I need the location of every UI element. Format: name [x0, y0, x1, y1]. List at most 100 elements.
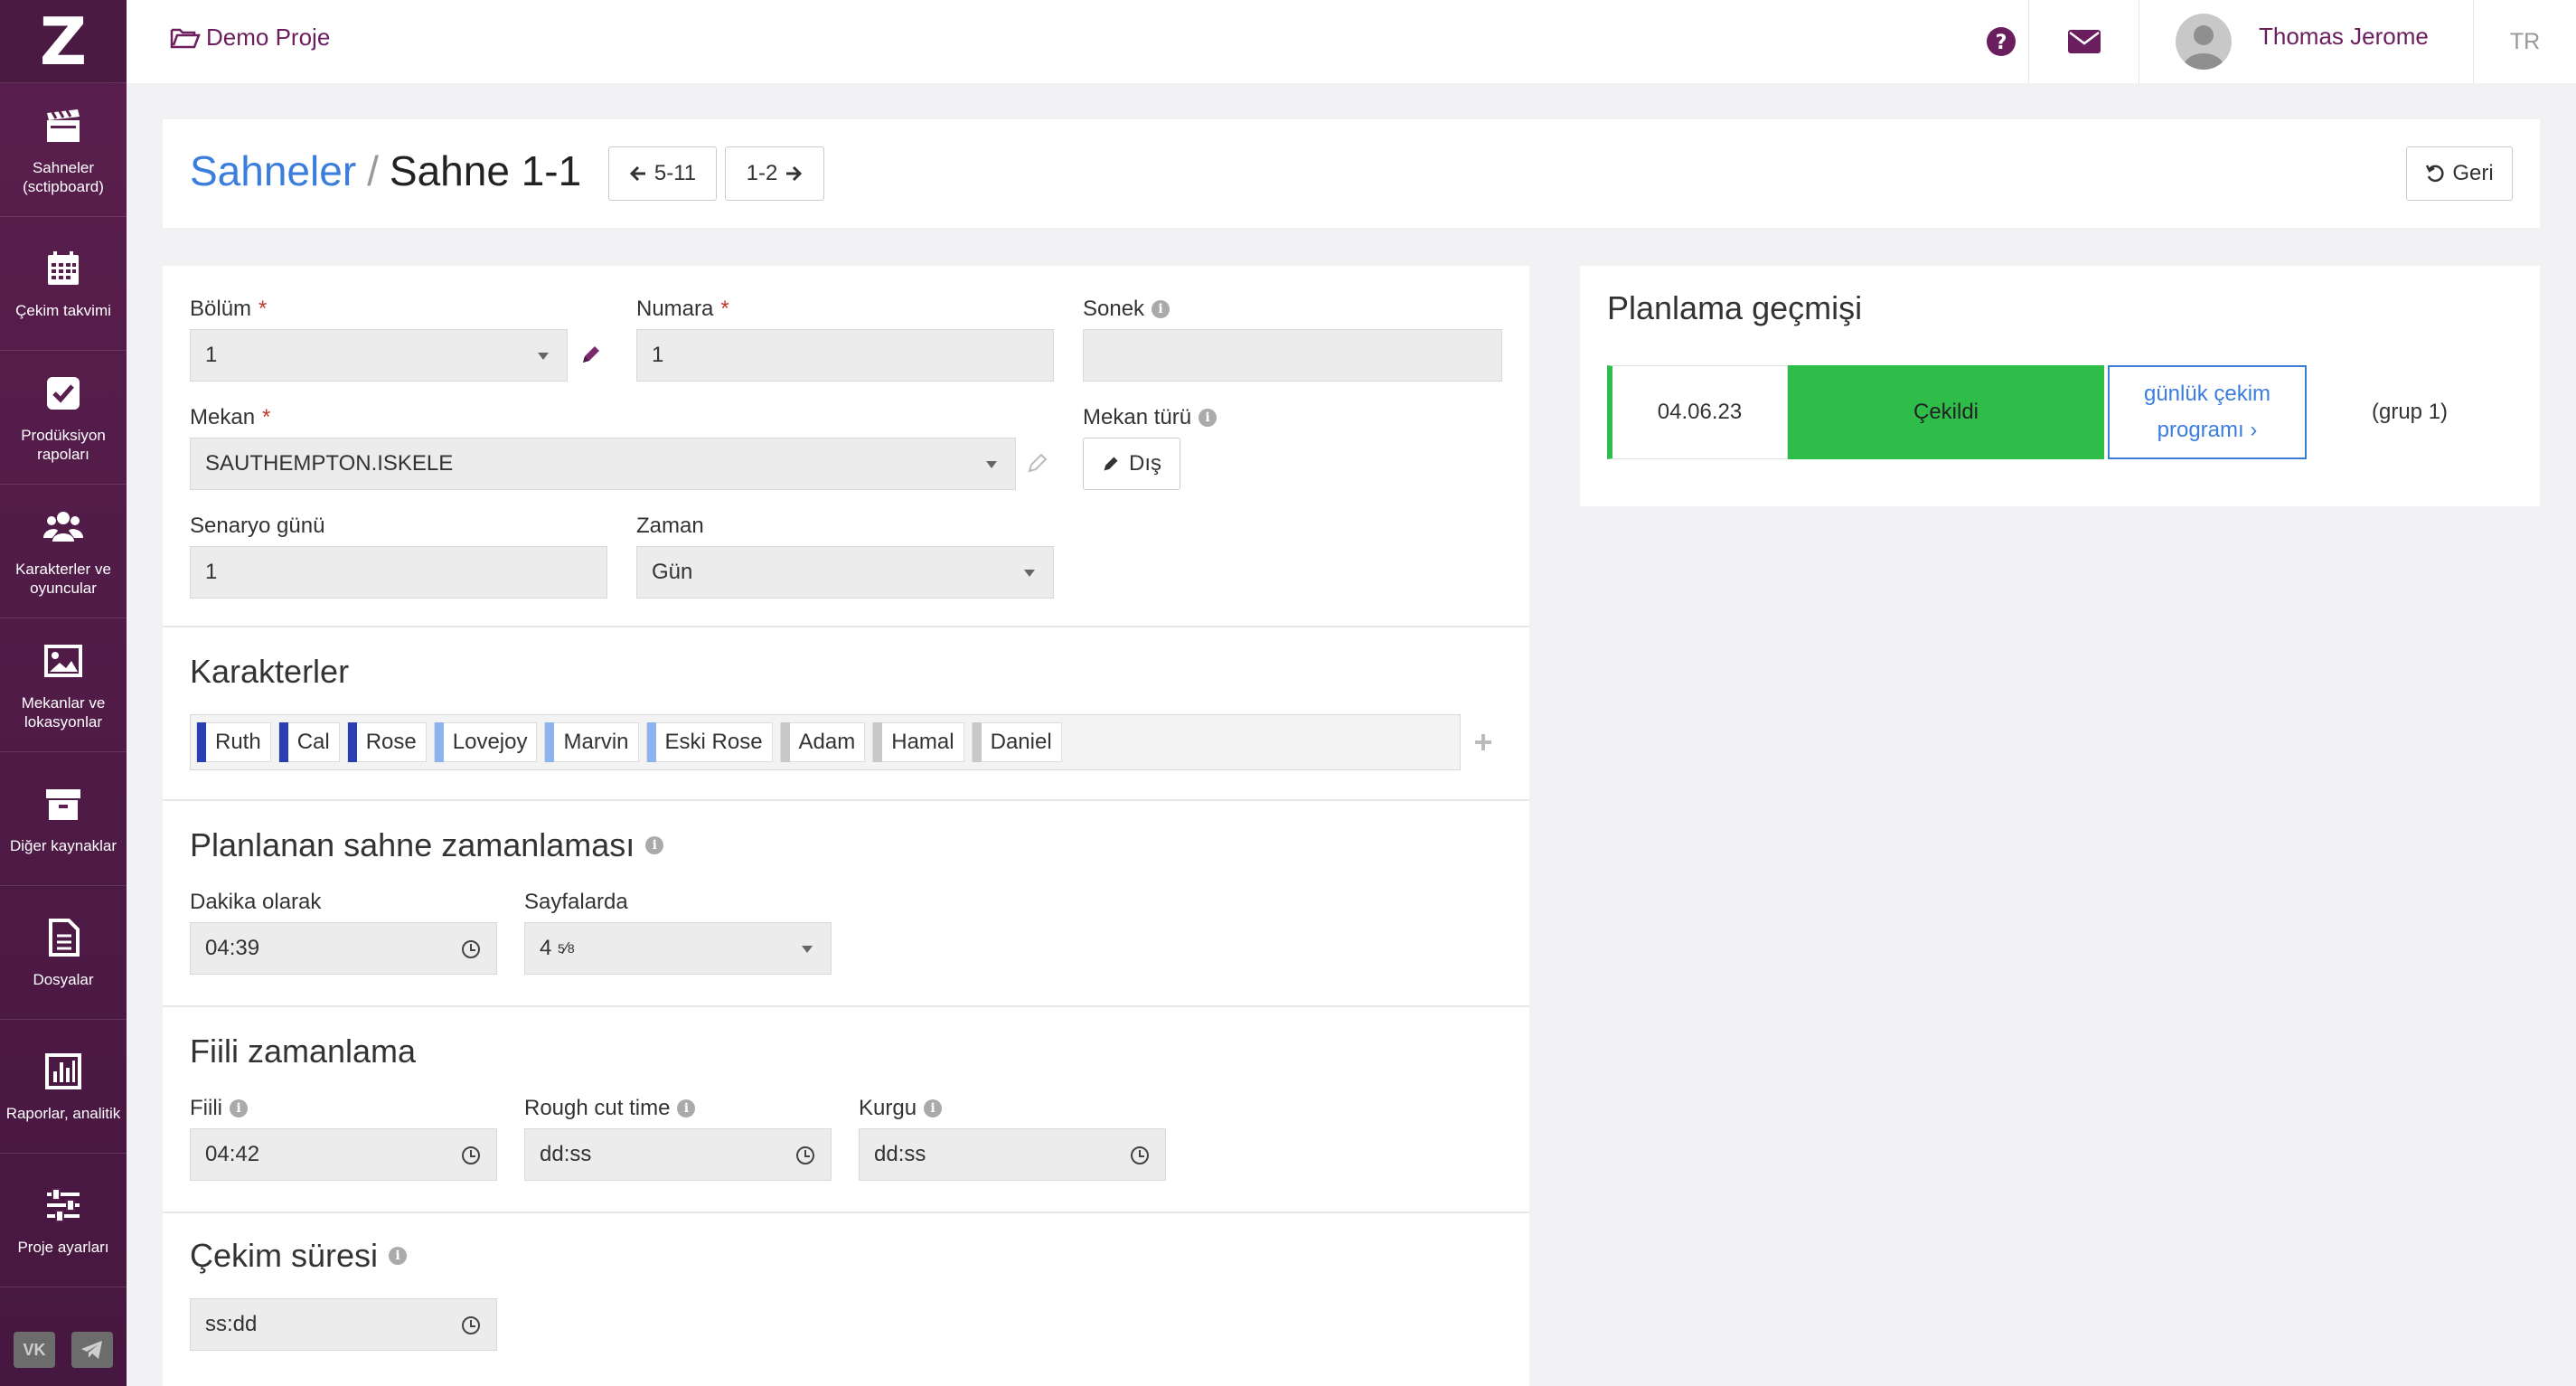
sidebar-item-resources[interactable]: Diğer kaynaklar	[0, 752, 127, 886]
rough-cut-input[interactable]: dd:ss	[524, 1128, 832, 1181]
arrow-left-icon	[629, 165, 645, 182]
topbar-actions: ? Thomas Jerome TR	[1974, 0, 2576, 83]
character-chip[interactable]: Adam	[779, 722, 866, 762]
actual-timing-section: Fiili zamanlama Fiili i 04:42 Rough cut t…	[163, 1005, 1529, 1212]
planning-history-panel: Planlama geçmişi 04.06.23 Çekildi günlük…	[1580, 266, 2540, 506]
shooting-duration-input[interactable]: ss:dd	[190, 1298, 497, 1351]
social-links: VK	[0, 1314, 127, 1386]
scene-form: Bölüm * 1 Numara * 1 Sonek i Mekan * SAUTHEM…	[163, 266, 1529, 1386]
character-chip[interactable]: Daniel	[971, 722, 1062, 762]
sidebar-item-label: Dosyalar	[33, 971, 94, 988]
mekan-select[interactable]: SAUTHEMPTON.ISKELE	[190, 438, 1016, 490]
sonek-input[interactable]	[1083, 329, 1502, 382]
chip-label: Hamal	[891, 730, 954, 754]
chip-label: Marvin	[563, 730, 629, 754]
project-name: Demo Proje	[206, 24, 331, 51]
shooting-duration-title-text: Çekim süresi	[190, 1237, 379, 1274]
clock-icon	[462, 1316, 480, 1334]
page-title: Sahneler / Sahne 1-1	[190, 146, 581, 195]
daily-schedule-link[interactable]: günlük çekim programı ›	[2108, 365, 2307, 459]
planned-timing-title: Planlanan sahne zamanlaması i	[190, 826, 664, 864]
language-switch[interactable]: TR	[2473, 0, 2576, 83]
kurgu-input[interactable]: dd:ss	[859, 1128, 1166, 1181]
sidebar-item-settings[interactable]: Proje ayarları	[0, 1154, 127, 1287]
checkbox-icon	[47, 376, 80, 410]
sidebar-item-label: Çekim takvimi	[15, 302, 111, 319]
senaryo-gunu-input[interactable]: 1	[190, 546, 607, 599]
back-label: Geri	[2452, 161, 2494, 185]
sidebar-item-reports[interactable]: Prodüksiyon rapoları	[0, 351, 127, 485]
prev-scene-button[interactable]: 5-11	[608, 146, 717, 201]
sidebar-item-scenes[interactable]: Sahneler (sctipboard)	[0, 83, 127, 217]
fiili-input[interactable]: 04:42	[190, 1128, 497, 1181]
image-icon	[44, 644, 82, 677]
sonek-label: Sonek i	[1083, 297, 1170, 322]
character-chip[interactable]: Rose	[346, 722, 427, 762]
telegram-icon[interactable]	[71, 1332, 113, 1368]
bolum-select[interactable]: 1	[190, 329, 568, 382]
chip-label: Lovejoy	[452, 730, 528, 754]
history-group: (grup 1)	[2372, 400, 2449, 424]
sidebar-item-analytics[interactable]: Raporlar, analitik	[0, 1020, 127, 1154]
character-chip[interactable]: Lovejoy	[433, 722, 538, 762]
clock-icon	[796, 1146, 814, 1164]
planned-timing-title-text: Planlanan sahne zamanlaması	[190, 826, 635, 863]
character-chips[interactable]: Ruth Cal Rose Lovejoy Marvin Eski Rose A…	[190, 714, 1461, 770]
dakika-label: Dakika olarak	[190, 890, 322, 914]
sayfalarda-select[interactable]: 4 5 ⁄ 8	[524, 922, 832, 975]
pencil-icon[interactable]	[580, 344, 602, 365]
character-chip[interactable]: Ruth	[196, 722, 271, 762]
clock-icon	[462, 1146, 480, 1164]
info-icon: i	[924, 1099, 943, 1117]
chip-color	[347, 722, 357, 762]
info-icon: i	[645, 836, 664, 854]
chip-label: Adam	[798, 730, 856, 754]
zaman-label: Zaman	[636, 514, 704, 538]
messages-button[interactable]	[2028, 0, 2139, 83]
app-logo[interactable]: Z	[0, 0, 127, 83]
svg-text:?: ?	[1996, 32, 2007, 54]
required-mark: *	[262, 405, 271, 429]
chip-color	[873, 722, 883, 762]
sidebar-item-characters[interactable]: Karakterler ve oyuncular	[0, 485, 127, 618]
info-icon: i	[677, 1099, 696, 1117]
pages-whole: 4	[540, 936, 552, 960]
mekan-turu-value: Dış	[1129, 451, 1161, 476]
numara-label: Numara *	[636, 297, 729, 322]
zaman-select[interactable]: Gün	[636, 546, 1054, 599]
folder-open-icon	[170, 28, 201, 48]
back-button[interactable]: Geri	[2406, 146, 2513, 201]
pages-denominator: 8	[567, 941, 575, 956]
add-character-icon[interactable]	[1473, 732, 1493, 752]
project-link[interactable]: Demo Proje	[170, 24, 330, 52]
rough-cut-placeholder: dd:ss	[540, 1142, 592, 1166]
sidebar-item-label: Karakterler ve oyuncular	[15, 560, 111, 597]
sonek-label-text: Sonek	[1083, 297, 1145, 321]
history-date: 04.06.23	[1607, 365, 1788, 459]
character-chip[interactable]: Hamal	[872, 722, 964, 762]
kurgu-label-text: Kurgu	[859, 1096, 917, 1120]
user-name: Thomas Jerome	[2259, 22, 2429, 50]
sidebar-item-files[interactable]: Dosyalar	[0, 886, 127, 1020]
chip-label: Rose	[365, 730, 417, 754]
help-button[interactable]: ?	[1974, 0, 2028, 83]
vk-icon[interactable]: VK	[14, 1332, 55, 1368]
sidebar-item-schedule[interactable]: Çekim takvimi	[0, 217, 127, 351]
numara-input[interactable]: 1	[636, 329, 1054, 382]
character-chip[interactable]: Eski Rose	[645, 722, 773, 762]
actual-timing-title: Fiili zamanlama	[190, 1032, 417, 1070]
pencil-icon[interactable]	[1027, 452, 1048, 474]
dakika-input[interactable]: 04:39	[190, 922, 497, 975]
shooting-duration-section: Çekim süresi i ss:dd	[163, 1212, 1529, 1383]
chip-color	[434, 722, 444, 762]
rough-cut-label: Rough cut time i	[524, 1096, 696, 1121]
breadcrumb-separator: /	[367, 147, 379, 194]
character-chip[interactable]: Marvin	[544, 722, 639, 762]
user-menu[interactable]: Thomas Jerome	[2139, 0, 2473, 83]
next-scene-button[interactable]: 1-2	[725, 146, 824, 201]
breadcrumb-scenes-link[interactable]: Sahneler	[190, 146, 356, 195]
sidebar-item-locations[interactable]: Mekanlar ve lokasyonlar	[0, 618, 127, 752]
characters-section: Karakterler Ruth Cal Rose Lovejoy Marvin…	[163, 626, 1529, 799]
character-chip[interactable]: Cal	[277, 722, 340, 762]
mekan-turu-button[interactable]: Dış	[1083, 438, 1180, 490]
